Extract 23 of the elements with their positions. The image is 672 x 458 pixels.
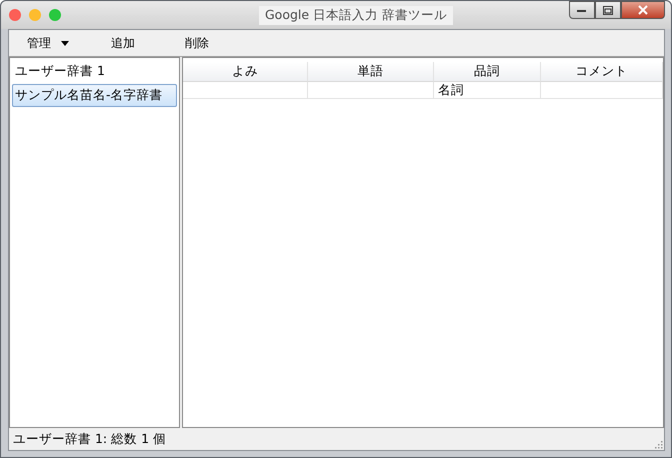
caret-icon: [61, 40, 69, 46]
minimize-button[interactable]: [569, 1, 595, 19]
dictionary-item[interactable]: ユーザー辞書 1: [12, 60, 177, 83]
window-title: Google 日本語入力 辞書ツール: [259, 6, 454, 25]
zoom-icon[interactable]: [49, 9, 61, 21]
close-button[interactable]: [621, 1, 665, 19]
minimize-icon[interactable]: [29, 9, 41, 21]
column-header[interactable]: コメント: [541, 62, 663, 82]
toolbar-button[interactable]: 削除: [185, 34, 259, 52]
maximize-button[interactable]: [595, 1, 621, 19]
maximize-icon: [603, 6, 613, 14]
menu-button[interactable]: 管理: [27, 34, 111, 52]
close-icon: [638, 5, 648, 15]
status-text: ユーザー辞書 1: 総数 1 個: [13, 430, 166, 448]
column-header[interactable]: よみ: [183, 62, 308, 82]
minimize-icon: [577, 7, 587, 13]
toolbar-button[interactable]: 追加: [111, 34, 185, 52]
dictionary-item[interactable]: サンプル名苗名-名字辞書: [12, 84, 177, 107]
close-icon[interactable]: [9, 9, 21, 21]
column-header[interactable]: 単語: [308, 62, 434, 82]
column-header[interactable]: 品詞: [434, 62, 541, 82]
table-cell: 名詞: [434, 82, 541, 99]
resize-grip-icon[interactable]: [654, 440, 663, 449]
